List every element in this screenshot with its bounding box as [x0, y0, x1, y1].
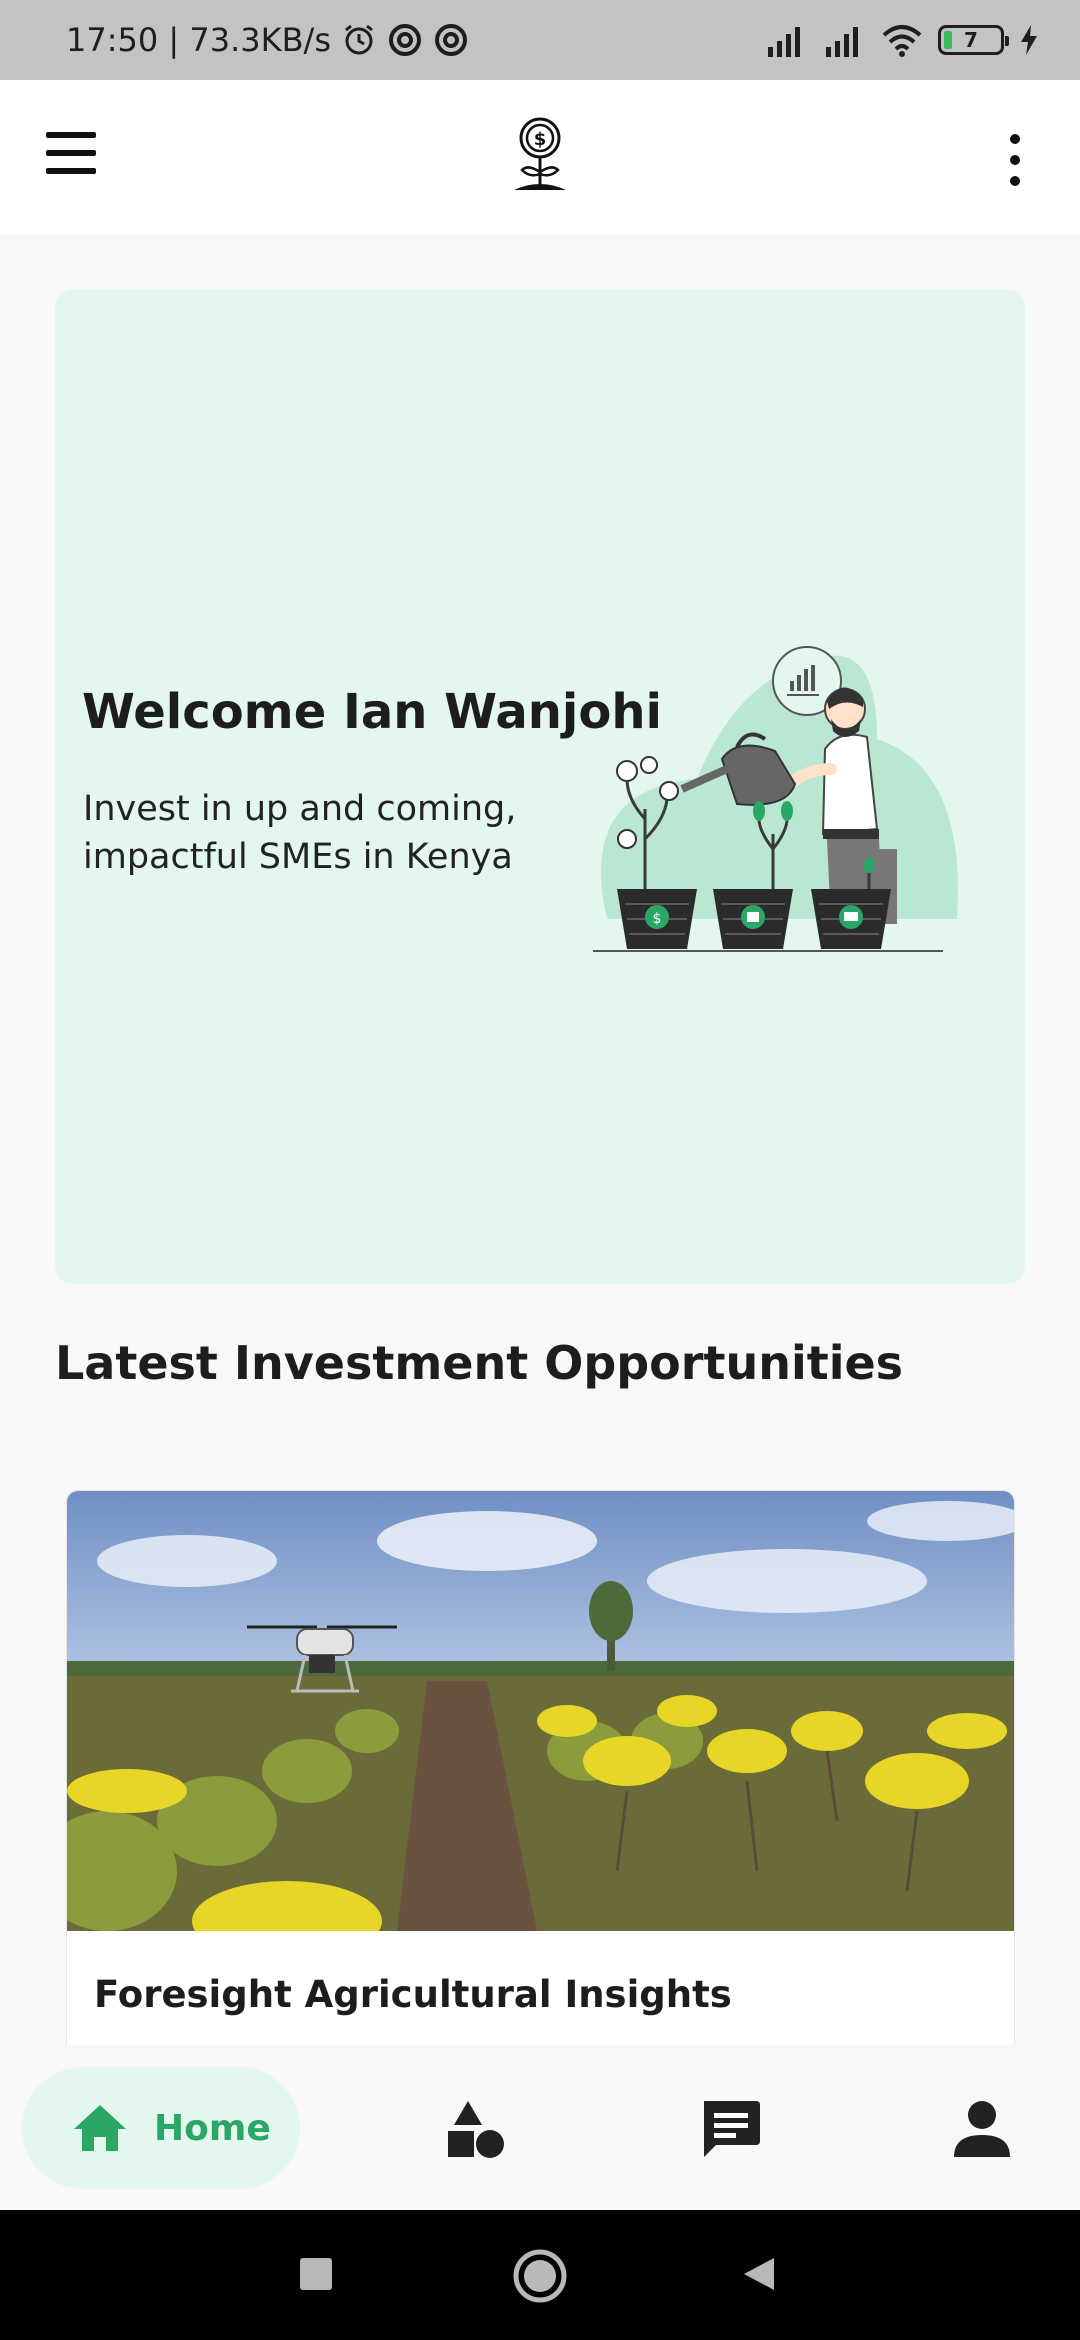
- section-title: Latest Investment Opportunities: [55, 1336, 904, 1390]
- welcome-subtitle: Invest in up and coming, impactful SMEs …: [83, 789, 517, 877]
- home-circle-icon[interactable]: [512, 2248, 568, 2304]
- recents-square-icon[interactable]: [298, 2256, 334, 2292]
- nav-home-button[interactable]: Home: [22, 2067, 300, 2189]
- at-sign-icon: [434, 24, 467, 56]
- opportunity-title: Foresight Agricultural Insights: [94, 1973, 732, 2016]
- wifi-icon: [882, 25, 922, 57]
- system-navigation-bar: [0, 2210, 1080, 2340]
- signal-icon: [826, 27, 858, 57]
- status-time-speed: 17:50 | 73.3KB/s: [66, 21, 331, 59]
- signal-icon: [768, 27, 800, 57]
- opportunity-card[interactable]: Foresight Agricultural Insights: [66, 1490, 1015, 2050]
- bottom-navigation: Home: [0, 2045, 1080, 2210]
- shapes-icon[interactable]: [444, 2097, 508, 2161]
- welcome-title: Welcome Ian Wanjohi: [82, 684, 662, 740]
- at-sign-icon: [388, 24, 421, 56]
- alarm-icon: [345, 24, 373, 55]
- hamburger-menu-icon[interactable]: [46, 132, 108, 182]
- chat-icon[interactable]: [698, 2097, 762, 2161]
- svg-text:$: $: [534, 129, 547, 150]
- battery-icon: 7: [938, 25, 1009, 55]
- more-vertical-icon[interactable]: [1000, 130, 1030, 190]
- back-triangle-icon[interactable]: [740, 2254, 780, 2294]
- drone-over-flower-farm-photo: [67, 1491, 1014, 1931]
- nav-home-label: Home: [154, 2107, 271, 2149]
- battery-level: 7: [964, 28, 978, 52]
- charging-bolt-icon: [1021, 25, 1037, 55]
- home-icon: [74, 2105, 126, 2151]
- person-icon[interactable]: [950, 2097, 1014, 2161]
- welcome-banner: Welcome Ian Wanjohi Invest in up and com…: [55, 289, 1025, 1284]
- svg-text:$: $: [653, 911, 662, 927]
- status-bar: 17:50 | 73.3KB/s 7: [0, 0, 1080, 80]
- top-app-bar: $: [0, 80, 1080, 234]
- man-watering-plants-illustration: $: [593, 646, 958, 952]
- plant-coin-logo-icon: $: [514, 117, 566, 190]
